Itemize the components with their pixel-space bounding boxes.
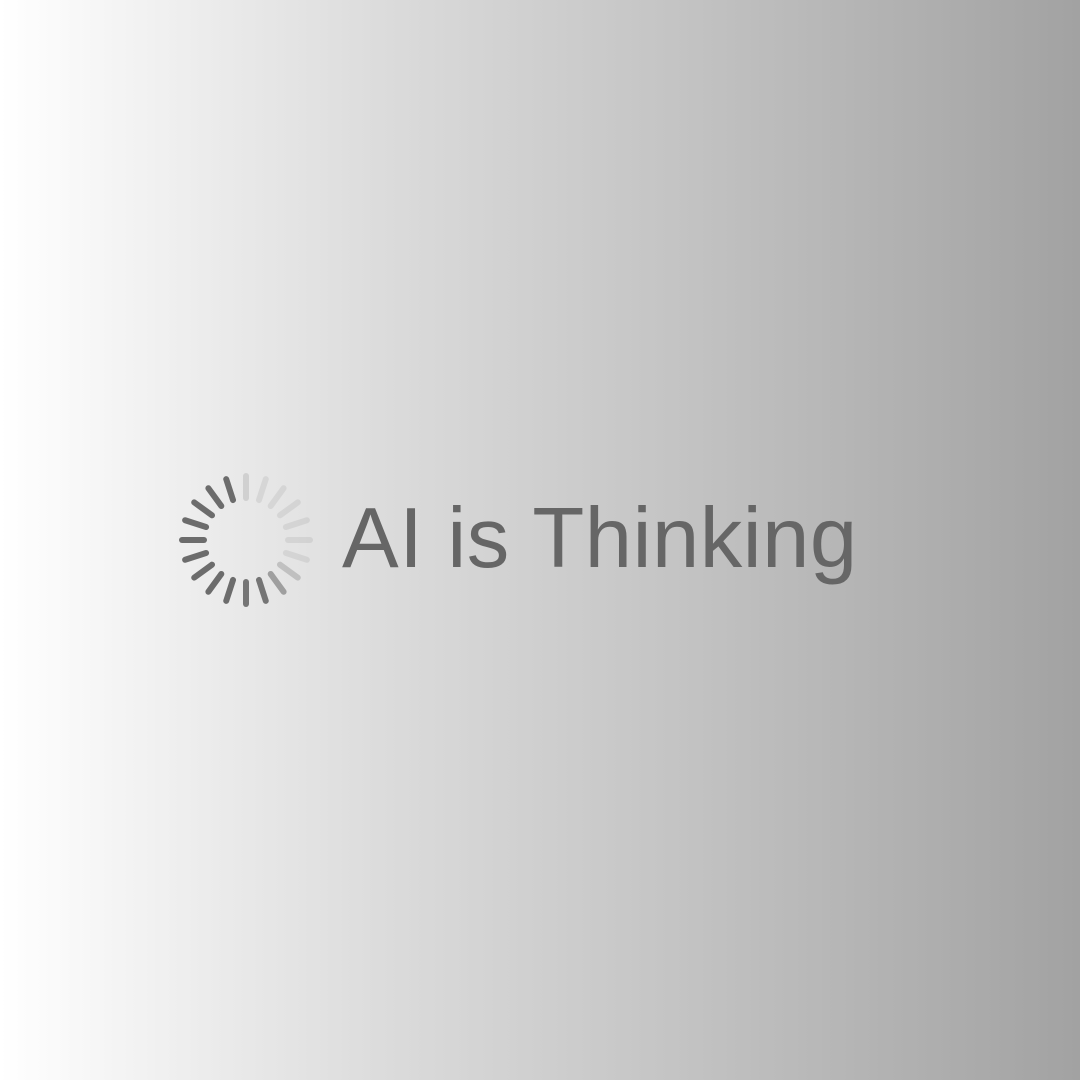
spinner-tick (223, 576, 237, 604)
spinner-tick (205, 485, 225, 510)
spinner-tick (223, 476, 237, 504)
spinner-tick (255, 576, 269, 604)
spinner-tick (255, 476, 269, 504)
spinner-tick (182, 549, 210, 563)
spinner-tick (191, 561, 216, 581)
spinner-tick (182, 517, 210, 531)
spinner-tick (276, 499, 301, 519)
spinner-tick (282, 549, 310, 563)
status-text: AI is Thinking (342, 490, 858, 586)
thinking-status: AI is Thinking (178, 472, 858, 608)
spinner-tick (267, 570, 287, 595)
spinner-tick (267, 485, 287, 510)
spinner-tick (276, 561, 301, 581)
spinner-tick (205, 570, 225, 595)
loading-spinner-icon (178, 472, 314, 608)
spinner-tick (282, 517, 310, 531)
spinner-tick (191, 499, 216, 519)
